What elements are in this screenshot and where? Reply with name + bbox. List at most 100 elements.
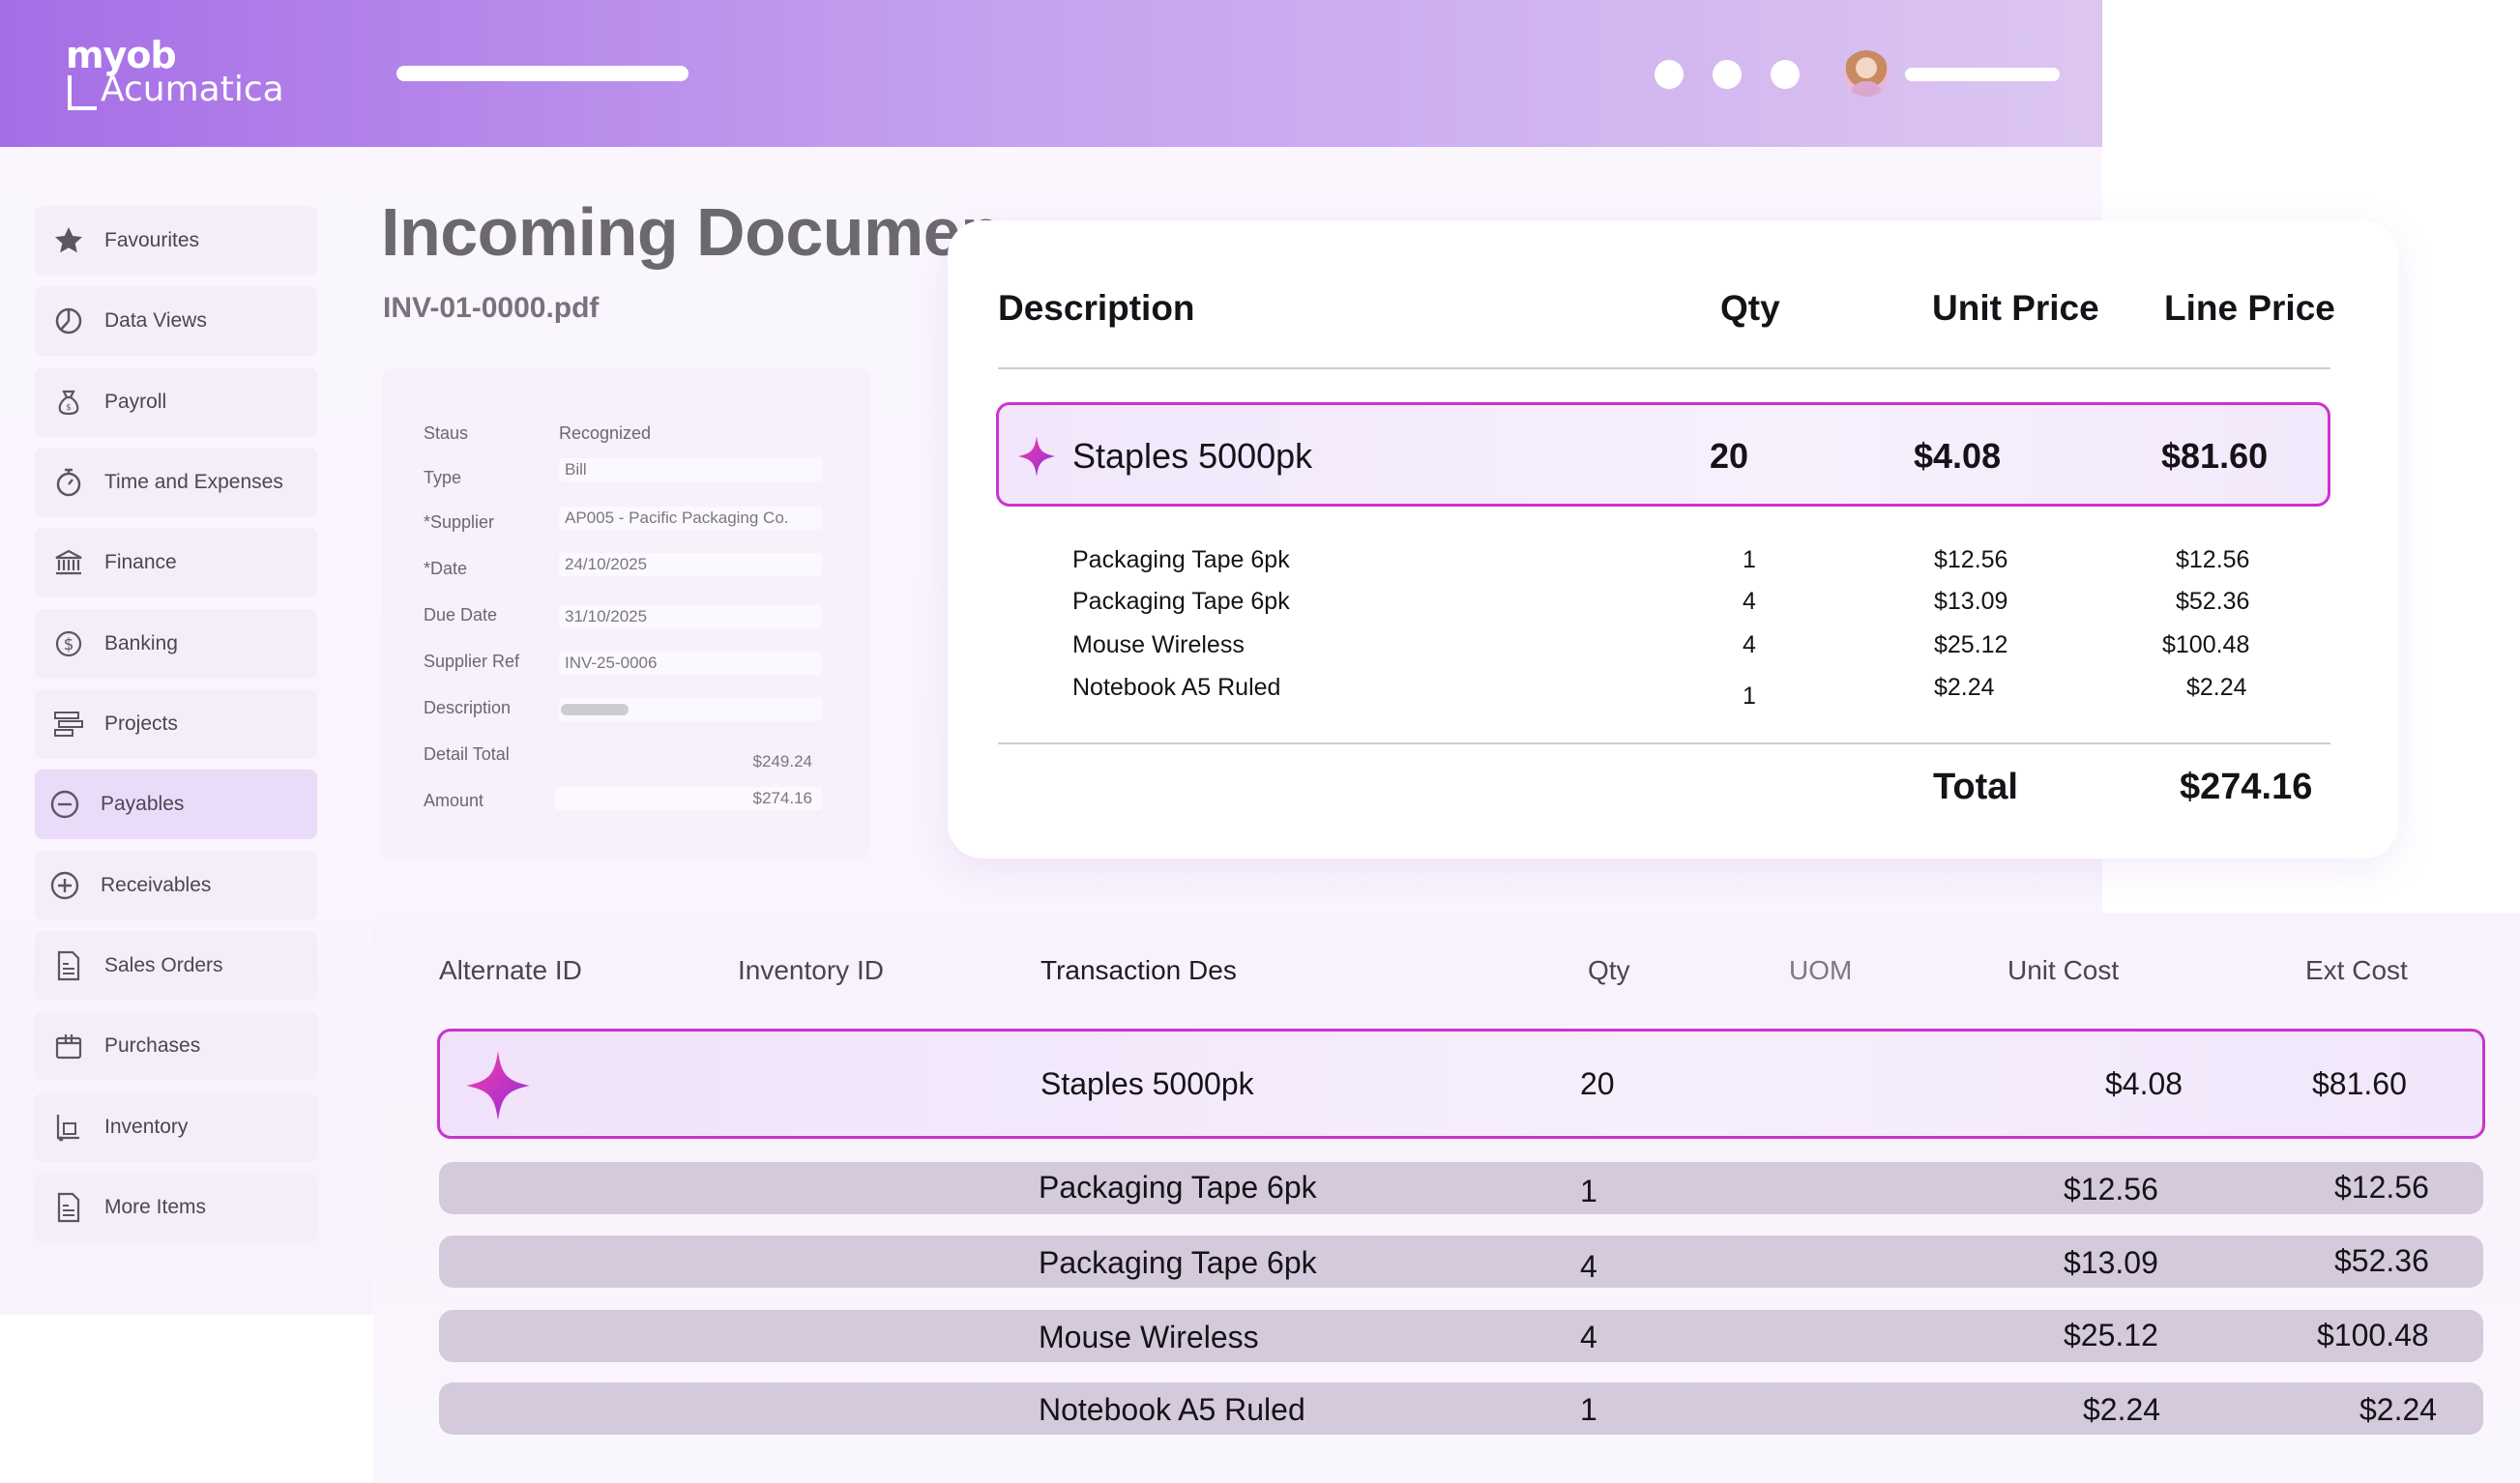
sidebar-item-purchases[interactable]: Purchases xyxy=(35,1011,317,1081)
projects-icon xyxy=(52,708,85,741)
sidebar-item-data-views[interactable]: Data Views xyxy=(35,286,317,356)
highlighted-line-item[interactable]: Staples 5000pk 20 $4.08 $81.60 xyxy=(996,402,2330,507)
status-label: Staus xyxy=(424,423,469,443)
sidebar-item-more-items[interactable]: More Items xyxy=(35,1173,317,1242)
row-qty: 20 xyxy=(1580,1066,1615,1101)
stopwatch-icon xyxy=(52,466,85,499)
line-unit-price: $4.08 xyxy=(1914,436,2002,476)
col-header-qty: Qty xyxy=(1720,288,1780,328)
dolly-icon xyxy=(52,1111,85,1144)
line-description: Notebook A5 Ruled xyxy=(1072,674,1281,701)
table-row[interactable]: Mouse Wireless 4 $25.12 $100.48 xyxy=(439,1310,2483,1362)
user-name-placeholder[interactable] xyxy=(1905,68,2060,81)
col-header-ext-cost[interactable]: Ext Cost xyxy=(2305,955,2408,986)
row-ext-cost: $52.36 xyxy=(2334,1243,2429,1278)
sparkle-icon xyxy=(463,1051,533,1125)
line-qty: 1 xyxy=(1743,683,1756,710)
col-header-alternate-id[interactable]: Alternate ID xyxy=(439,955,582,986)
sidebar-item-receivables[interactable]: Receivables xyxy=(35,851,317,920)
sidebar-item-label: Projects xyxy=(104,712,178,735)
line-line-price: $81.60 xyxy=(2161,436,2269,476)
col-header-qty[interactable]: Qty xyxy=(1588,955,1630,986)
line-line-price: $52.36 xyxy=(2176,588,2250,615)
row-transaction-des: Notebook A5 Ruled xyxy=(1039,1392,1305,1427)
sidebar-item-label: Purchases xyxy=(104,1034,201,1057)
menu-dot[interactable] xyxy=(1713,60,1742,89)
transaction-grid: Alternate ID Inventory ID Transaction De… xyxy=(373,913,2520,1483)
sidebar-item-banking[interactable]: $ Banking xyxy=(35,609,317,679)
line-unit-price: $13.09 xyxy=(1934,588,2008,615)
line-description: Staples 5000pk xyxy=(1072,436,1313,476)
supplier-ref-label: Supplier Ref xyxy=(424,652,520,671)
status-value: Recognized xyxy=(559,423,652,443)
col-header-unit-price: Unit Price xyxy=(1932,288,2099,328)
row-qty: 4 xyxy=(1580,1249,1597,1284)
brand-bracket xyxy=(68,75,97,110)
col-header-unit-cost[interactable]: Unit Cost xyxy=(2007,955,2119,986)
menu-dot[interactable] xyxy=(1771,60,1800,89)
money-bag-icon: $ xyxy=(52,386,85,419)
star-icon xyxy=(52,224,85,257)
sidebar-item-favourites[interactable]: Favourites xyxy=(35,206,317,276)
sidebar-item-finance[interactable]: Finance xyxy=(35,528,317,597)
total-label: Total xyxy=(1933,767,2018,807)
line-unit-price: $12.56 xyxy=(1934,546,2008,573)
sidebar-item-label: Favourites xyxy=(104,229,200,251)
amount-label: Amount xyxy=(424,791,484,810)
col-header-description: Description xyxy=(998,288,1195,328)
sidebar-item-sales-orders[interactable]: Sales Orders xyxy=(35,931,317,1001)
menu-dot[interactable] xyxy=(1655,60,1684,89)
sidebar-item-projects[interactable]: Projects xyxy=(35,689,317,759)
table-row[interactable]: Packaging Tape 6pk 1 $12.56 $12.56 xyxy=(439,1162,2483,1214)
sidebar-item-label: Receivables xyxy=(101,874,212,896)
col-header-uom[interactable]: UOM xyxy=(1789,955,1852,986)
row-ext-cost: $12.56 xyxy=(2334,1170,2429,1205)
line-description: Packaging Tape 6pk xyxy=(1072,546,1290,573)
row-unit-cost: $13.09 xyxy=(2064,1245,2158,1280)
date-field[interactable]: 24/10/2025 xyxy=(559,553,822,576)
detail-total-label: Detail Total xyxy=(424,744,510,764)
due-date-field[interactable]: 31/10/2025 xyxy=(559,605,822,628)
user-avatar[interactable] xyxy=(1843,50,1890,97)
sidebar-item-label: Data Views xyxy=(104,309,207,332)
search-placeholder-bar[interactable] xyxy=(396,66,689,81)
bank-icon xyxy=(52,546,85,579)
row-transaction-des: Packaging Tape 6pk xyxy=(1039,1245,1317,1280)
line-unit-price: $25.12 xyxy=(1934,631,2008,658)
supplier-field[interactable]: AP005 - Pacific Packaging Co. xyxy=(559,507,822,530)
svg-text:$: $ xyxy=(64,635,74,654)
brand-line1: myob xyxy=(66,34,177,76)
row-transaction-des: Staples 5000pk xyxy=(1040,1066,1254,1101)
plus-circle-icon xyxy=(48,869,81,902)
supplier-label: *Supplier xyxy=(424,512,495,532)
col-header-inventory-id[interactable]: Inventory ID xyxy=(738,955,884,986)
row-transaction-des: Mouse Wireless xyxy=(1039,1320,1259,1354)
row-unit-cost: $25.12 xyxy=(2064,1318,2158,1352)
type-label: Type xyxy=(424,468,462,487)
sidebar-item-label: More Items xyxy=(104,1196,207,1218)
total-divider xyxy=(998,742,2330,744)
amount-field[interactable]: $274.16 xyxy=(555,787,822,810)
sidebar-item-label: Payroll xyxy=(104,391,167,413)
supplier-ref-field[interactable]: INV-25-0006 xyxy=(559,652,822,675)
col-header-transaction-des[interactable]: Transaction Des xyxy=(1040,955,1237,986)
detail-total-value: $249.24 xyxy=(752,752,812,771)
brand-line2: Acumatica xyxy=(101,70,284,109)
box-icon xyxy=(52,1030,85,1062)
sidebar-item-inventory[interactable]: Inventory xyxy=(35,1092,317,1162)
col-header-line-price: Line Price xyxy=(2164,288,2335,328)
table-row[interactable]: Packaging Tape 6pk 4 $13.09 $52.36 xyxy=(439,1236,2483,1288)
document-icon xyxy=(52,1191,85,1224)
table-row[interactable]: Notebook A5 Ruled 1 $2.24 $2.24 xyxy=(439,1382,2483,1435)
sidebar-item-payroll[interactable]: $ Payroll xyxy=(35,367,317,437)
row-qty: 1 xyxy=(1580,1174,1597,1208)
sidebar-item-payables[interactable]: Payables xyxy=(35,770,317,839)
highlighted-grid-row[interactable]: Staples 5000pk 20 $4.08 $81.60 xyxy=(437,1029,2485,1139)
line-line-price: $2.24 xyxy=(2186,674,2247,701)
line-line-price: $100.48 xyxy=(2162,631,2250,658)
document-filename[interactable]: INV-01-0000.pdf xyxy=(383,292,599,325)
due-date-label: Due Date xyxy=(424,605,498,625)
minus-circle-icon xyxy=(48,788,81,821)
type-field[interactable]: Bill xyxy=(559,458,822,481)
sidebar-item-time-and-expenses[interactable]: Time and Expenses xyxy=(35,448,317,517)
